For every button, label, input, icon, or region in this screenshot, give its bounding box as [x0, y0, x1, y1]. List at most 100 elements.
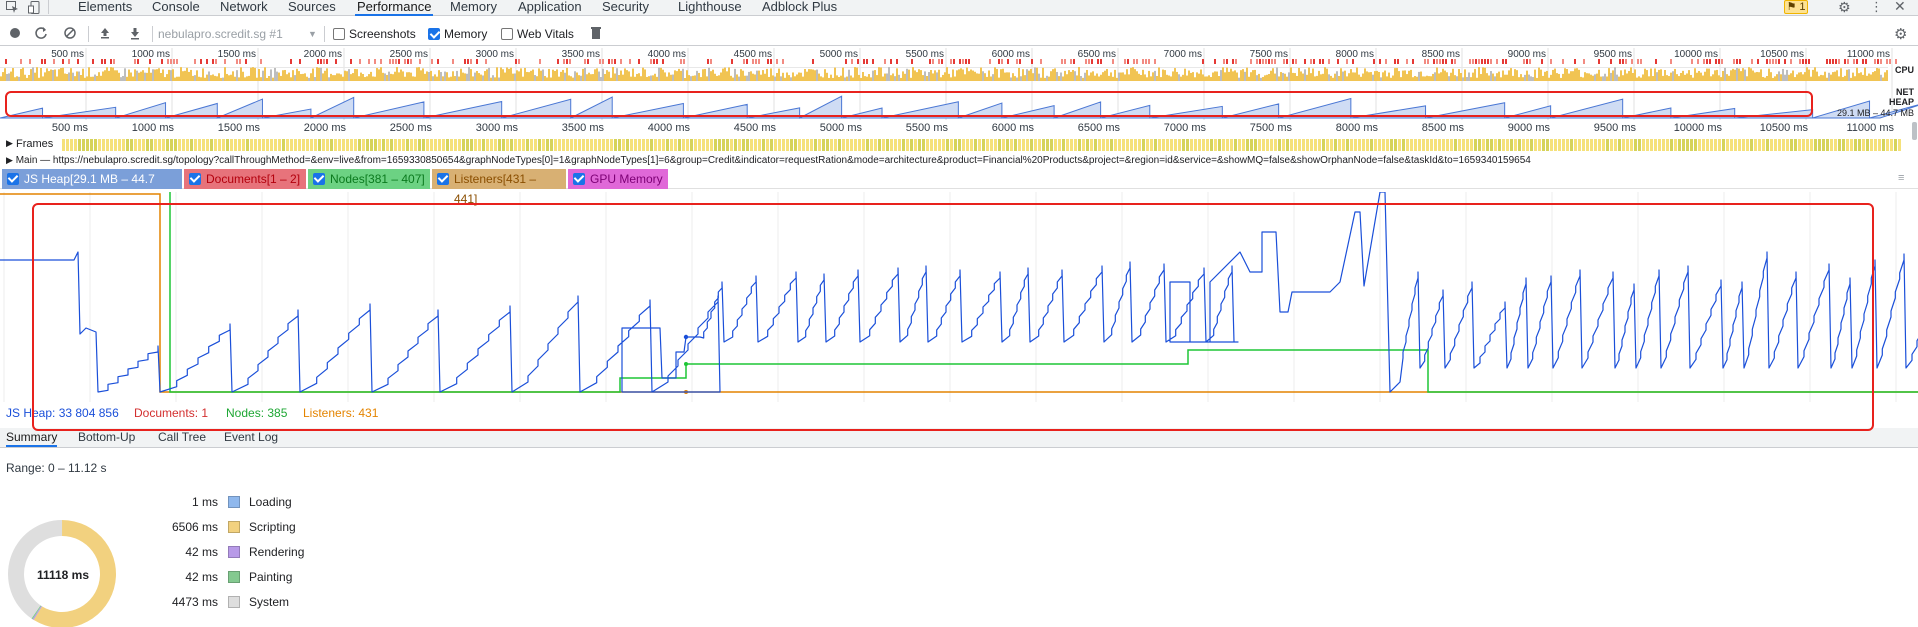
tab-console[interactable]: Console	[150, 0, 202, 16]
frame-bar	[734, 139, 737, 151]
frame-bar	[162, 139, 165, 151]
expand-triangle-icon[interactable]: ▶	[6, 138, 13, 149]
reload-record-icon[interactable]	[34, 26, 50, 42]
cpu-bar	[758, 70, 760, 81]
frame-bar	[382, 139, 385, 151]
trash-icon[interactable]	[590, 26, 606, 42]
frame-bar	[934, 139, 937, 151]
frames-track[interactable]: ▶ Frames	[0, 138, 1918, 152]
main-thread-track[interactable]: ▶ Main — https://nebulapro.scredit.sg/to…	[0, 155, 1918, 167]
long-task-marker	[863, 59, 865, 64]
frame-bar	[106, 139, 109, 151]
cpu-bar	[400, 69, 402, 81]
cpu-bar	[1652, 76, 1654, 81]
cpu-bar	[1172, 71, 1174, 81]
timeline-overview[interactable]: 500 ms 1000 ms 1500 ms 2000 ms 2500 ms 3000 m…	[0, 48, 1918, 120]
cpu-bar	[1210, 77, 1212, 81]
cpu-bar	[268, 76, 270, 81]
tab-security[interactable]: Security	[600, 0, 651, 16]
cpu-bar	[1816, 71, 1818, 81]
cpu-bar	[1182, 74, 1184, 81]
cpu-bar	[1082, 77, 1084, 81]
frame-bar	[1246, 139, 1249, 151]
cpu-bar	[988, 70, 990, 81]
cpu-bar	[854, 67, 856, 81]
cpu-bar	[1056, 71, 1058, 81]
issues-badge[interactable]: ⚑ 1	[1784, 0, 1808, 14]
cpu-bar	[1634, 69, 1636, 81]
cpu-bar	[218, 73, 220, 81]
close-icon[interactable]: ✕	[1894, 0, 1906, 14]
long-task-marker	[359, 59, 361, 64]
cpu-bar	[904, 73, 906, 81]
nodes-toggle[interactable]: Nodes[381 – 407]	[308, 169, 430, 189]
cpu-bar	[1808, 69, 1810, 81]
cpu-bar	[364, 77, 366, 81]
js-heap-toggle[interactable]: JS Heap[29.1 MB – 44.7 MB]	[2, 169, 182, 206]
documents-toggle[interactable]: Documents[1 – 2]	[184, 169, 306, 189]
tab-adblock-plus[interactable]: Adblock Plus	[760, 0, 839, 16]
listeners-toggle[interactable]: Listeners[431 – 441]	[432, 169, 566, 206]
memory-counter-chart[interactable]	[0, 191, 1918, 402]
frame-bar	[486, 139, 489, 151]
frame-bar	[1774, 139, 1777, 151]
screenshots-checkbox[interactable]: Screenshots	[333, 27, 416, 43]
upload-icon[interactable]	[98, 26, 114, 42]
cpu-bar	[452, 71, 454, 81]
cpu-bar	[528, 72, 530, 81]
frame-bar	[1330, 139, 1333, 151]
cpu-bar	[1752, 70, 1754, 81]
cpu-bar	[836, 75, 838, 81]
frame-bar	[142, 139, 145, 151]
device-toolbar-icon[interactable]	[28, 1, 40, 14]
capture-settings-gear-icon[interactable]: ⚙	[1894, 25, 1907, 43]
cpu-bar	[1044, 77, 1046, 81]
tab-event-log[interactable]: Event Log	[224, 430, 278, 444]
record-icon[interactable]	[8, 26, 24, 42]
recording-select[interactable]: nebulapro.scredit.sg #1 ▼	[158, 26, 318, 42]
gpu-memory-toggle[interactable]: GPU Memory	[568, 169, 668, 189]
cpu-bar	[428, 71, 430, 81]
long-task-marker	[1736, 59, 1738, 64]
clear-icon[interactable]	[63, 26, 79, 42]
frame-bar	[1282, 139, 1285, 151]
cpu-bar	[630, 76, 632, 81]
tab-performance[interactable]: Performance	[355, 0, 434, 16]
frame-bar	[158, 139, 161, 151]
memory-graph	[0, 191, 1918, 402]
cpu-bar	[972, 70, 974, 81]
frame-bar	[342, 139, 345, 151]
overview-tick-label: 6000 ms	[991, 49, 1030, 60]
summary-duration: 1 ms	[191, 495, 218, 509]
web-vitals-checkbox[interactable]: Web Vitals	[501, 27, 574, 43]
long-task-marker	[374, 59, 376, 64]
memory-checkbox[interactable]: Memory	[428, 27, 487, 43]
inspect-element-icon[interactable]	[6, 1, 19, 13]
tab-lighthouse[interactable]: Lighthouse	[676, 0, 744, 16]
cpu-bar	[1446, 72, 1448, 81]
cpu-bar	[610, 77, 612, 81]
tab-summary[interactable]: Summary	[6, 430, 58, 447]
frame-bar	[918, 139, 921, 151]
long-task-marker	[962, 59, 964, 64]
tab-sources[interactable]: Sources	[286, 0, 338, 16]
cpu-bar	[1360, 76, 1362, 81]
more-options-icon[interactable]: ⋮	[1870, 0, 1883, 14]
long-task-marker	[1322, 59, 1324, 64]
cpu-bar	[1194, 77, 1196, 81]
cpu-bar	[1408, 70, 1410, 81]
download-icon[interactable]	[128, 26, 144, 42]
tab-memory[interactable]: Memory	[448, 0, 499, 16]
tab-call-tree[interactable]: Call Tree	[158, 430, 206, 444]
long-task-marker	[782, 59, 784, 64]
cpu-bar	[534, 75, 536, 81]
tab-application[interactable]: Application	[516, 0, 584, 16]
warning-icon: ⚑	[1786, 1, 1797, 13]
tab-elements[interactable]: Elements	[76, 0, 134, 16]
cpu-bar	[716, 75, 718, 81]
long-task-marker	[1214, 59, 1216, 64]
drag-handle-icon[interactable]: ≡	[1898, 172, 1904, 184]
settings-gear-icon[interactable]: ⚙	[1838, 0, 1851, 14]
tab-network[interactable]: Network	[218, 0, 270, 16]
tab-bottom-up[interactable]: Bottom-Up	[78, 430, 135, 444]
